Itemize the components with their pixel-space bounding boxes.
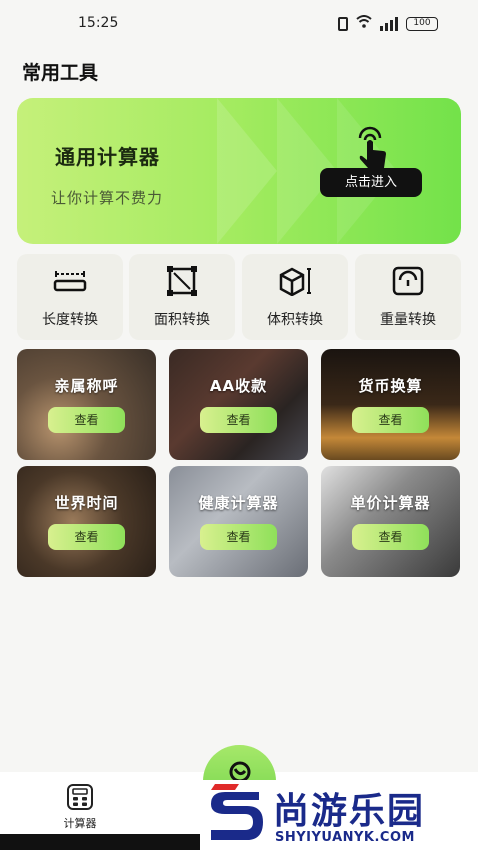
tool-weight-conversion[interactable]: 重量转换 <box>355 254 461 340</box>
card-title: 健康计算器 <box>198 494 279 512</box>
status-bar: 15:25 100 <box>0 0 478 46</box>
converter-tools: 长度转换 面积转换 体积转换 重量转换 <box>17 254 461 340</box>
status-icons: 100 <box>338 15 438 32</box>
page-title: 常用工具 <box>22 62 99 84</box>
scale-icon <box>392 266 424 296</box>
card-relative-titles[interactable]: 亲属称呼 查看 <box>17 349 156 460</box>
view-button[interactable]: 查看 <box>352 524 429 550</box>
view-button[interactable]: 查看 <box>48 407 125 433</box>
tool-label: 体积转换 <box>267 312 323 328</box>
watermark-text-cn: 尚游乐园 <box>273 791 426 832</box>
area-icon <box>167 266 197 296</box>
tool-length-conversion[interactable]: 长度转换 <box>17 254 123 340</box>
view-button[interactable]: 查看 <box>48 524 125 550</box>
card-title: 世界时间 <box>54 494 119 512</box>
view-button[interactable]: 查看 <box>200 524 277 550</box>
cube-icon <box>279 267 311 296</box>
card-world-time[interactable]: 世界时间 查看 <box>17 466 156 577</box>
tool-label: 面积转换 <box>154 312 210 328</box>
card-title: 单价计算器 <box>350 494 431 512</box>
hand-tap-icon <box>358 126 386 168</box>
home-indicator <box>0 834 200 850</box>
card-currency-exchange[interactable]: 货币换算 查看 <box>321 349 460 460</box>
card-title: AA收款 <box>209 377 268 395</box>
view-button[interactable]: 查看 <box>200 407 277 433</box>
card-title: 货币换算 <box>358 377 423 395</box>
ruler-icon <box>53 271 87 292</box>
tool-volume-conversion[interactable]: 体积转换 <box>242 254 348 340</box>
view-button[interactable]: 查看 <box>352 407 429 433</box>
tool-label: 重量转换 <box>380 312 436 328</box>
calculator-icon <box>67 784 93 810</box>
enter-button[interactable]: 点击进入 <box>320 168 422 197</box>
status-time: 15:25 <box>78 15 119 31</box>
nav-calculator-label: 计算器 <box>63 817 97 830</box>
card-unit-price-calculator[interactable]: 单价计算器 查看 <box>321 466 460 577</box>
watermark-logo <box>211 784 263 840</box>
tool-label: 长度转换 <box>42 312 98 328</box>
card-health-calculator[interactable]: 健康计算器 查看 <box>169 466 308 577</box>
banner-subtitle: 让你计算不费力 <box>51 189 164 207</box>
signal-icon <box>380 16 398 31</box>
wifi-icon <box>356 15 372 32</box>
vibrate-icon <box>338 16 348 31</box>
watermark-text-en: SHYIYUANYK.COM <box>275 830 415 845</box>
battery-icon: 100 <box>406 16 438 31</box>
nav-calculator-tab[interactable]: 计算器 <box>56 784 104 834</box>
tool-area-conversion[interactable]: 面积转换 <box>129 254 235 340</box>
banner-chevron-decoration <box>217 98 277 244</box>
card-title: 亲属称呼 <box>54 377 119 395</box>
card-aa-split[interactable]: AA收款 查看 <box>169 349 308 460</box>
banner-title: 通用计算器 <box>55 145 160 169</box>
site-watermark: 尚游乐园 SHYIYUANYK.COM <box>203 780 478 850</box>
calculator-banner[interactable]: 通用计算器 让你计算不费力 点击进入 <box>17 98 461 244</box>
